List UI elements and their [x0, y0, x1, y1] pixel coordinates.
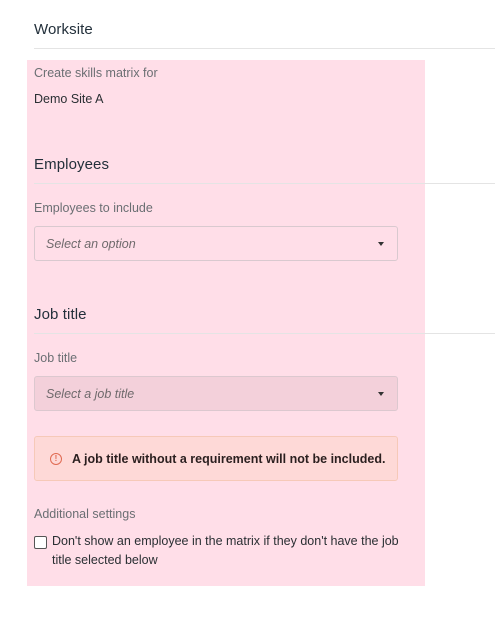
chevron-down-icon — [378, 392, 384, 396]
skills-matrix-form: Worksite Create skills matrix for Demo S… — [0, 0, 495, 617]
job-title-select-placeholder: Select a job title — [46, 386, 135, 401]
employees-field-label: Employees to include — [34, 201, 153, 215]
additional-settings-label: Additional settings — [34, 507, 136, 521]
employees-select-placeholder: Select an option — [46, 236, 136, 251]
job-title-select[interactable]: Select a job title — [34, 376, 398, 411]
job-title-divider — [34, 333, 495, 334]
alert-message: A job title without a requirement will n… — [72, 451, 386, 466]
employees-select[interactable]: Select an option — [34, 226, 398, 261]
employees-divider — [34, 183, 495, 184]
hide-employee-checkbox-label[interactable]: Don't show an employee in the matrix if … — [52, 532, 404, 570]
create-matrix-label: Create skills matrix for — [34, 66, 158, 80]
worksite-section-title: Worksite — [34, 21, 93, 38]
hide-employee-option: Don't show an employee in the matrix if … — [34, 532, 404, 570]
job-title-section-title: Job title — [34, 306, 87, 323]
site-name-value: Demo Site A — [34, 92, 104, 106]
employees-section-title: Employees — [34, 156, 110, 173]
hide-employee-checkbox[interactable] — [34, 536, 47, 549]
worksite-divider — [34, 48, 495, 49]
chevron-down-icon — [378, 242, 384, 246]
exclamation-circle-icon: ! — [50, 452, 62, 465]
job-title-field-label: Job title — [34, 351, 78, 365]
job-title-warning-alert: ! A job title without a requirement will… — [34, 436, 398, 481]
